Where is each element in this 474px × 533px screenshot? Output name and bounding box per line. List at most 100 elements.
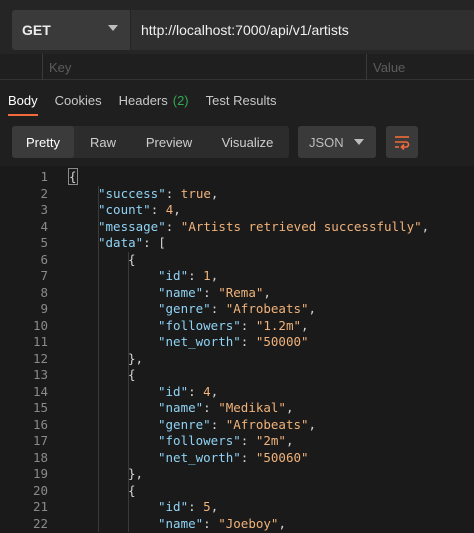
line-number: 20 bbox=[32, 482, 48, 498]
code-token: "id" bbox=[158, 499, 189, 514]
code-content: "name": "Joeboy", bbox=[158, 516, 286, 533]
response-body[interactable]: 1{2 "success": true, 3 "count": 4, 4 "message… bbox=[0, 166, 474, 533]
line-number: 4 bbox=[40, 218, 48, 234]
params-row: Key Value bbox=[0, 54, 474, 80]
tab-body[interactable]: Body bbox=[8, 84, 38, 116]
code-line: 9 "genre": "Afrobeats", bbox=[0, 301, 474, 318]
code-content: "data": [ bbox=[98, 235, 166, 252]
code-content: { bbox=[68, 168, 78, 186]
code-line: 13 { bbox=[0, 367, 474, 384]
view-visualize-button[interactable]: Visualize bbox=[206, 126, 289, 158]
url-input[interactable]: http://localhost:7000/api/v1/artists bbox=[131, 10, 474, 50]
tab-cookies-label: Cookies bbox=[54, 92, 102, 108]
line-number: 5 bbox=[40, 235, 48, 250]
line-number: 14 bbox=[32, 383, 48, 399]
code-token: "followers" bbox=[158, 317, 241, 333]
code-token: "Afrobeats" bbox=[225, 416, 309, 432]
code-token: , bbox=[285, 400, 294, 415]
tab-test-results[interactable]: Test Results bbox=[206, 84, 277, 116]
code-token: "Joeboy" bbox=[218, 515, 279, 531]
method-label: GET bbox=[22, 22, 51, 38]
line-number: 12 bbox=[32, 350, 48, 366]
code-token: : bbox=[188, 268, 204, 283]
line-number: 8 bbox=[40, 284, 48, 300]
code-line: 5 "data": [ bbox=[0, 235, 474, 252]
code-token: : bbox=[188, 383, 204, 399]
headers-count: (2) bbox=[172, 92, 189, 108]
code-token: : bbox=[210, 301, 226, 316]
code-line: 4 "message": "Artists retrieved successfu… bbox=[0, 219, 474, 236]
tab-headers[interactable]: Headers (2) bbox=[119, 84, 189, 116]
code-content: { bbox=[128, 252, 136, 269]
code-content: "genre": "Afrobeats", bbox=[158, 417, 316, 434]
view-raw-button[interactable]: Raw bbox=[74, 126, 132, 158]
line-number: 11 bbox=[32, 334, 48, 349]
code-token: "genre" bbox=[158, 301, 211, 316]
code-line: 14 "id": 4, bbox=[0, 384, 474, 401]
code-token: : bbox=[203, 284, 219, 300]
view-pretty-label: Pretty bbox=[26, 134, 60, 150]
line-number: 15 bbox=[32, 400, 48, 415]
key-field[interactable]: Key bbox=[49, 54, 364, 80]
code-token: }, bbox=[128, 466, 144, 481]
code-token: "name" bbox=[158, 400, 204, 415]
code-line: 11 "net_worth": "50000" bbox=[0, 334, 474, 351]
code-token: : bbox=[165, 185, 181, 201]
code-token: : bbox=[240, 449, 256, 465]
code-token: : bbox=[165, 218, 181, 234]
view-visualize-label: Visualize bbox=[221, 134, 274, 150]
code-token: "Afrobeats" bbox=[225, 301, 309, 316]
indent-guide bbox=[128, 251, 129, 532]
url-text: http://localhost:7000/api/v1/artists bbox=[141, 22, 349, 38]
code-token: "success" bbox=[98, 185, 166, 201]
line-number: 16 bbox=[32, 416, 48, 432]
code-content: "genre": "Afrobeats", bbox=[158, 301, 316, 318]
code-content: "name": "Rema", bbox=[158, 285, 271, 302]
code-line: 7 "id": 1, bbox=[0, 268, 474, 285]
line-number: 18 bbox=[32, 449, 48, 465]
format-select[interactable]: JSON bbox=[298, 126, 376, 158]
key-placeholder: Key bbox=[49, 59, 72, 75]
code-content: "message": "Artists retrieved successful… bbox=[98, 219, 429, 236]
line-number: 17 bbox=[32, 433, 48, 448]
indent-guide bbox=[98, 185, 99, 532]
code-line: 1{ bbox=[0, 168, 474, 186]
code-token: "count" bbox=[98, 202, 151, 217]
code-token: , bbox=[263, 284, 271, 300]
line-number: 9 bbox=[40, 301, 48, 316]
wrap-lines-icon bbox=[395, 136, 410, 150]
params-divider bbox=[42, 54, 43, 80]
code-content: "net_worth": "50000" bbox=[158, 334, 309, 351]
code-line: 3 "count": 4, bbox=[0, 202, 474, 219]
method-select[interactable]: GET bbox=[12, 10, 130, 50]
code-token: : bbox=[240, 433, 256, 448]
tab-cookies[interactable]: Cookies bbox=[55, 84, 102, 116]
view-mode-bar: Pretty Raw Preview Visualize bbox=[12, 126, 289, 158]
code-token: "2m" bbox=[255, 433, 286, 448]
view-raw-label: Raw bbox=[89, 134, 116, 150]
view-preview-button[interactable]: Preview bbox=[132, 126, 206, 158]
code-token: "50000" bbox=[255, 334, 309, 349]
code-token: , bbox=[210, 499, 219, 514]
code-token: 1 bbox=[203, 268, 211, 283]
line-number: 3 bbox=[40, 202, 48, 217]
code-token: , bbox=[210, 268, 219, 283]
code-content: "id": 4, bbox=[158, 384, 218, 401]
code-content: }, bbox=[128, 351, 143, 368]
code-token: "name" bbox=[158, 284, 204, 300]
code-token: , bbox=[173, 202, 181, 217]
code-token: : [ bbox=[143, 235, 166, 250]
code-token: { bbox=[128, 482, 136, 498]
tab-headers-label: Headers bbox=[118, 92, 168, 108]
value-field[interactable]: Value bbox=[373, 54, 473, 80]
code-token: }, bbox=[128, 350, 144, 366]
view-pretty-button[interactable]: Pretty bbox=[12, 126, 74, 158]
code-token: { bbox=[128, 367, 136, 382]
line-number: 2 bbox=[40, 185, 48, 201]
line-number: 6 bbox=[40, 251, 48, 267]
code-token: "50060" bbox=[255, 449, 309, 465]
code-token: , bbox=[210, 185, 219, 201]
code-token: : bbox=[150, 202, 166, 217]
wrap-lines-button[interactable] bbox=[386, 126, 418, 158]
code-line: 16 "genre": "Afrobeats", bbox=[0, 417, 474, 434]
